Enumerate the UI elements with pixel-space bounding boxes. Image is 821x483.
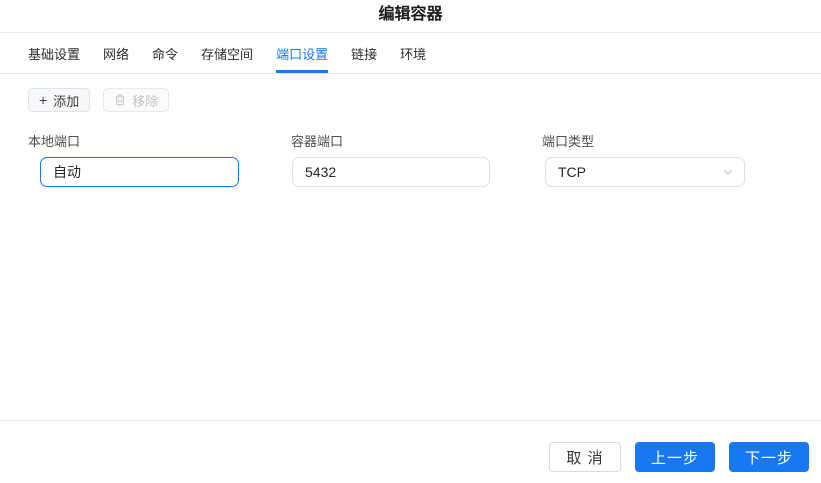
tab-environment[interactable]: 环境 — [400, 33, 426, 73]
port-type-select[interactable]: TCP — [545, 157, 745, 187]
cancel-button[interactable]: 取 消 — [549, 442, 621, 472]
tab-port-settings[interactable]: 端口设置 — [276, 33, 329, 73]
container-port-label: 容器端口 — [291, 134, 344, 149]
port-type-value: TCP — [558, 164, 586, 180]
local-port-label: 本地端口 — [28, 134, 81, 149]
chevron-down-icon — [722, 166, 734, 178]
plus-icon: + — [39, 92, 48, 108]
tab-storage[interactable]: 存储空间 — [201, 33, 253, 73]
tab-command[interactable]: 命令 — [152, 33, 178, 73]
tab-network[interactable]: 网络 — [103, 33, 129, 73]
next-step-button[interactable]: 下一步 — [729, 442, 809, 472]
add-port-button[interactable]: + 添加 — [28, 88, 91, 112]
port-type-label: 端口类型 — [542, 134, 595, 149]
add-button-label: 添加 — [53, 93, 80, 109]
tab-links[interactable]: 链接 — [351, 33, 377, 73]
remove-button-label: 移除 — [132, 93, 159, 109]
remove-port-button[interactable]: 移除 — [103, 88, 170, 112]
previous-step-button[interactable]: 上一步 — [635, 442, 715, 472]
tab-basic-settings[interactable]: 基础设置 — [28, 33, 80, 73]
dialog-title: 编辑容器 — [378, 6, 443, 23]
tabs-bar: 基础设置 网络 命令 存储空间 端口设置 链接 环境 — [0, 33, 821, 74]
footer-divider — [0, 420, 821, 421]
edit-container-dialog: 编辑容器 基础设置 网络 命令 存储空间 端口设置 链接 环境 + 添加 移除 — [0, 0, 821, 483]
container-port-input[interactable] — [292, 157, 490, 187]
local-port-input[interactable] — [40, 157, 239, 187]
trash-icon — [114, 94, 126, 106]
port-toolbar: + 添加 移除 — [28, 88, 170, 112]
